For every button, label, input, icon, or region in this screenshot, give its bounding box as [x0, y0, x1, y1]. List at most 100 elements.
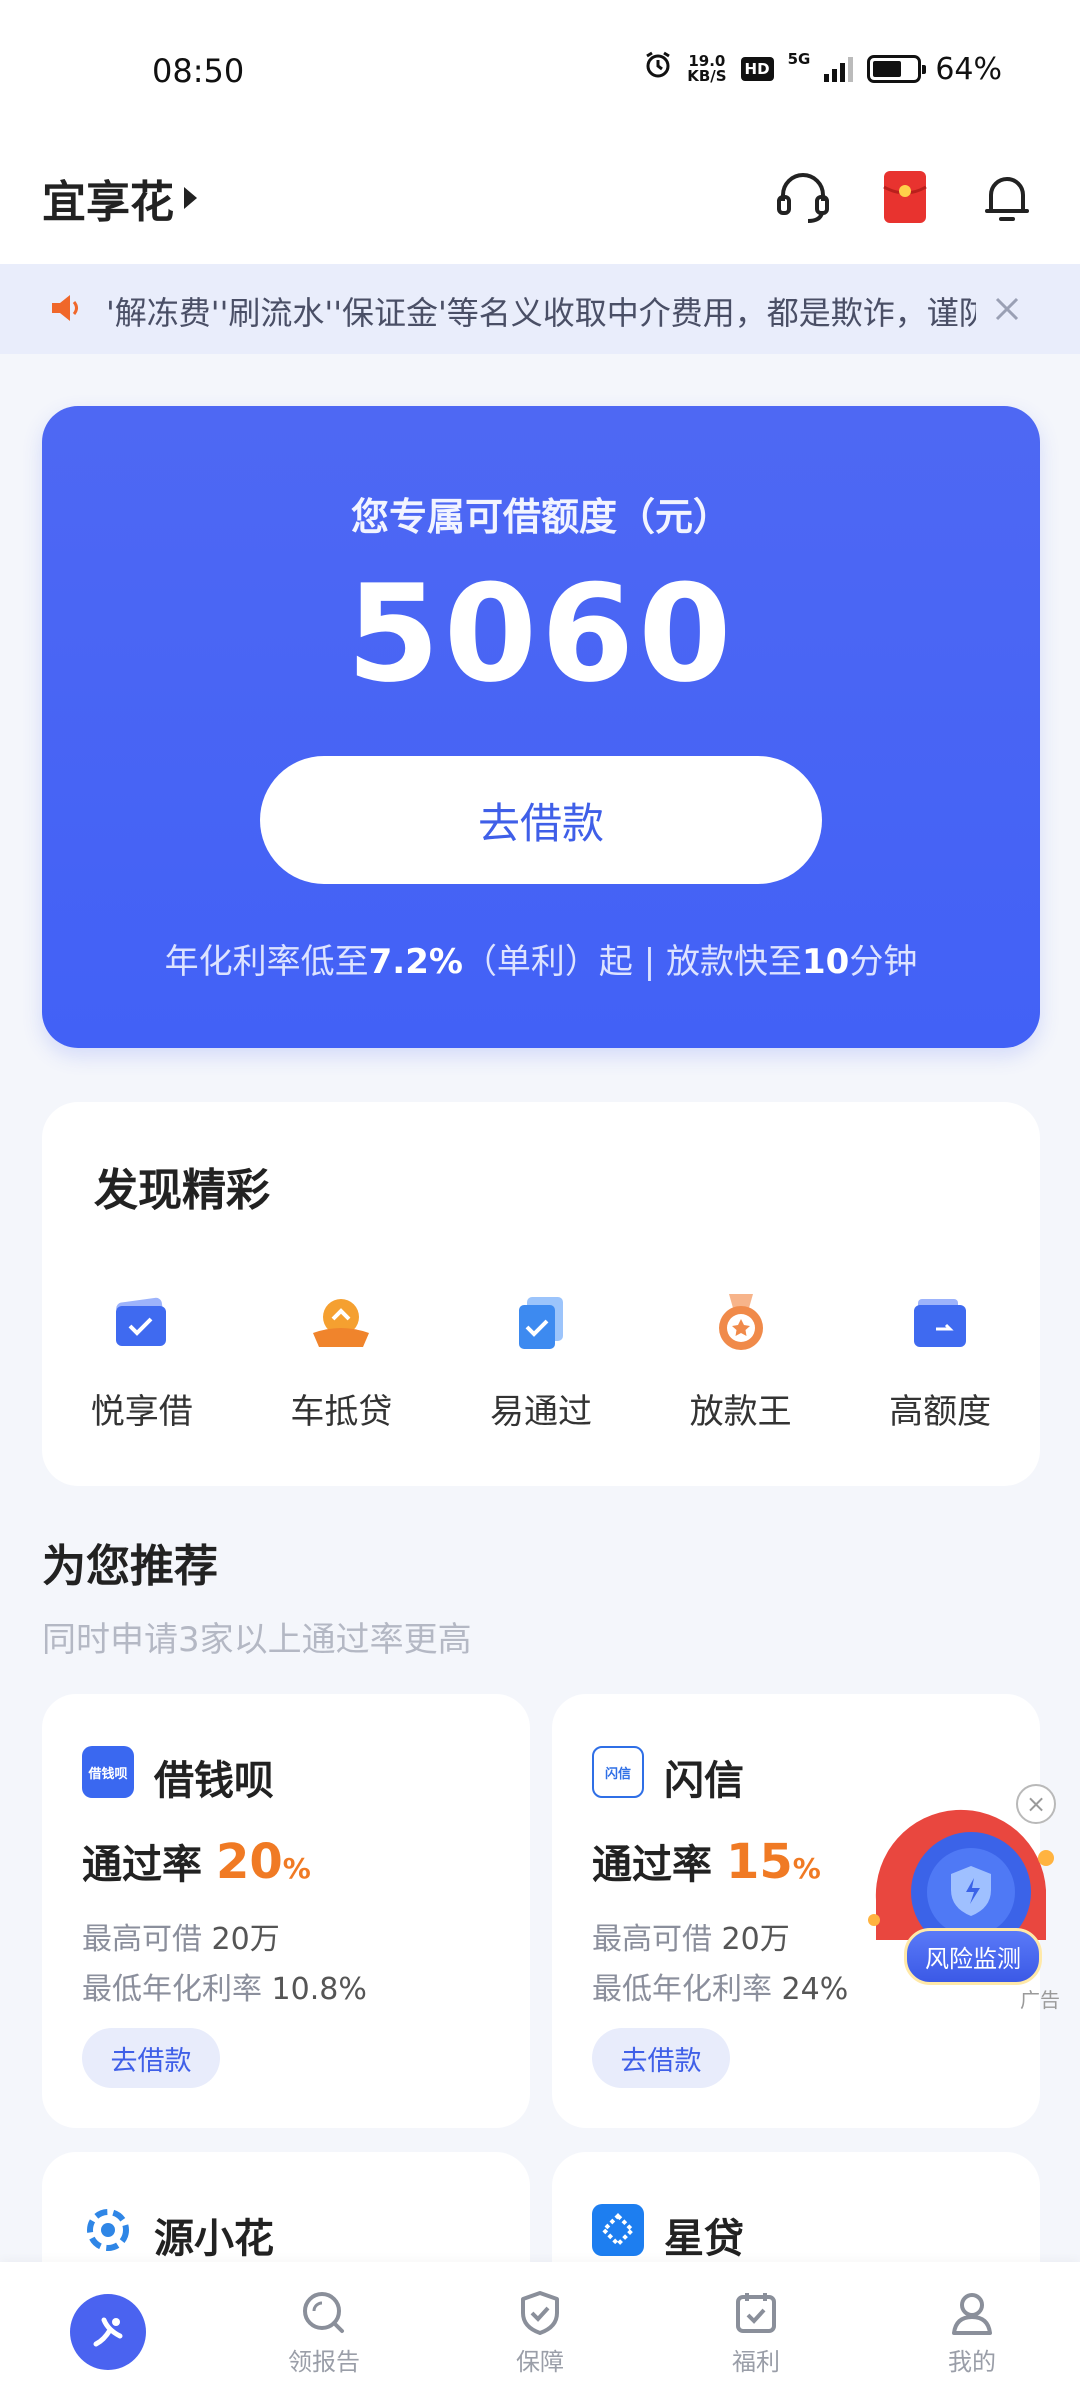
max-amount-value: 20万: [721, 1922, 790, 1957]
yuanxiaohua-logo-icon: [82, 2204, 134, 2256]
discover-item-gaoedu[interactable]: 高额度: [840, 1288, 1040, 1433]
calendar-check-icon: [731, 2288, 781, 2338]
bell-icon[interactable]: [972, 162, 1042, 232]
min-rate-label: 最低年化利率: [82, 1972, 262, 2007]
shield-check-icon: [515, 2288, 565, 2338]
shanxin-logo: 闪信: [592, 1746, 644, 1798]
pass-rate: 通过率 15%: [592, 1832, 821, 1890]
tab-report[interactable]: 领报告: [216, 2262, 432, 2400]
notice-text: '解冻费''刷流水''保证金'等名义收取中介费用，都是欺诈，谨防: [106, 294, 976, 332]
borrow-button[interactable]: 去借款: [260, 756, 822, 884]
min-rate-value: 10.8%: [271, 1972, 367, 2007]
customer-service-icon[interactable]: [768, 162, 838, 232]
max-amount: 最高可借 20万: [592, 1914, 790, 1958]
discover-item-label: 悦享借: [90, 1392, 193, 1432]
alarm-icon: [643, 50, 673, 88]
report-icon: [299, 2288, 349, 2338]
speaker-icon: [48, 291, 82, 329]
wallet-icon: [905, 1288, 975, 1358]
loan-card-borrow-button[interactable]: 去借款: [592, 2028, 730, 2088]
pass-rate-number: 20: [216, 1834, 283, 1890]
discover-item-label: 高额度: [889, 1392, 992, 1432]
discover-item-yitongguo[interactable]: 易通过: [441, 1288, 641, 1433]
max-amount-label: 最高可借: [82, 1922, 202, 1957]
discover-item-chedidai[interactable]: 车抵贷: [242, 1288, 442, 1433]
battery-percent: 64%: [935, 51, 1002, 87]
risk-monitor-float[interactable]: × 风险监测: [866, 1784, 1066, 1990]
home-logo-icon: [70, 2294, 146, 2370]
car-loan-icon: [306, 1288, 376, 1358]
discover-item-label: 车抵贷: [290, 1392, 393, 1432]
caret-right-icon: [184, 187, 197, 209]
app-name: 宜享花: [42, 177, 174, 228]
credit-limit-amount: 5060: [346, 556, 736, 712]
loan-card-name: 源小花: [154, 2216, 274, 2262]
status-indicators: 19.0 KB/S HD 5G 64%: [643, 50, 1002, 88]
tab-label: 领报告: [288, 2348, 360, 2376]
tab-label: 福利: [732, 2348, 780, 2376]
recommend-subtitle: 同时申请3家以上通过率更高: [42, 1620, 472, 1660]
discover-item-label: 放款王: [689, 1392, 792, 1432]
tab-home[interactable]: [0, 2262, 216, 2400]
max-amount-label: 最高可借: [592, 1922, 712, 1957]
logo-text: 闪信: [604, 1766, 631, 1782]
pass-rate-unit: %: [282, 1852, 311, 1885]
app-switcher[interactable]: 宜享花: [42, 166, 197, 230]
jieqianbei-logo: 借钱呗: [82, 1746, 134, 1798]
network-type: 5G: [787, 50, 811, 68]
pass-rate-unit: %: [792, 1852, 821, 1885]
pass-rate-label: 通过率: [592, 1842, 712, 1888]
net-speed-unit: KB/S: [687, 67, 727, 85]
note-rate: 7.2%: [368, 942, 463, 982]
pass-rate-value: 20%: [216, 1834, 311, 1890]
pass-rate-label: 通过率: [82, 1842, 202, 1888]
loan-card-borrow-button[interactable]: 去借款: [82, 2028, 220, 2088]
loan-card-name: 闪信: [664, 1758, 744, 1804]
battery-icon: [867, 55, 927, 83]
signal-icon: [824, 56, 854, 82]
status-bar: 08:50 19.0 KB/S HD 5G 64%: [0, 0, 1080, 140]
note-mid: （单利）起 | 放款快至: [462, 942, 803, 982]
tab-label: 保障: [516, 2348, 564, 2376]
credit-limit-card: 您专属可借额度（元） 5060 去借款 年化利率低至7.2%（单利）起 | 放款…: [42, 406, 1040, 1048]
risk-monitor-label: 风险监测: [904, 1928, 1042, 1985]
xingdai-logo-icon: [592, 2204, 644, 2256]
tab-protection[interactable]: 保障: [432, 2262, 648, 2400]
discover-item-label: 易通过: [489, 1392, 592, 1432]
max-amount: 最高可借 20万: [82, 1914, 280, 1958]
min-rate-label: 最低年化利率: [592, 1972, 772, 2007]
close-icon[interactable]: [984, 286, 1030, 332]
loan-card-jieqianbei[interactable]: 借钱呗 借钱呗 通过率 20% 最高可借 20万 最低年化利率 10.8% 去借…: [42, 1694, 530, 2128]
loan-card-name: 借钱呗: [154, 1758, 274, 1804]
discover-section: 发现精彩 悦享借 车抵贷 易通过 放款王 高额度: [42, 1102, 1040, 1486]
bottom-tab-bar: 领报告 保障 福利 我的: [0, 2262, 1080, 2400]
medal-icon: [706, 1288, 776, 1358]
loan-card-name: 星贷: [664, 2216, 744, 2262]
discover-title: 发现精彩: [94, 1165, 270, 1216]
app-header: 宜享花: [0, 140, 1080, 264]
discover-item-fangkuanwang[interactable]: 放款王: [641, 1288, 841, 1433]
max-amount-value: 20万: [211, 1922, 280, 1957]
notice-bar: '解冻费''刷流水''保证金'等名义收取中介费用，都是欺诈，谨防: [0, 264, 1080, 354]
tab-mine[interactable]: 我的: [864, 2262, 1080, 2400]
close-icon[interactable]: ×: [1016, 1784, 1056, 1824]
pass-rate-value: 15%: [726, 1834, 821, 1890]
tab-label: 我的: [948, 2348, 996, 2376]
pass-rate-number: 15: [726, 1834, 793, 1890]
min-rate: 最低年化利率 10.8%: [82, 1964, 367, 2008]
credit-limit-label: 您专属可借额度（元）: [350, 495, 731, 539]
min-rate-value: 24%: [781, 1972, 849, 2007]
status-time: 08:50: [152, 52, 245, 90]
discover-item-yuexiangjie[interactable]: 悦享借: [42, 1288, 242, 1433]
red-envelope-icon[interactable]: [870, 162, 940, 232]
note-suffix: 分钟: [849, 942, 918, 982]
note-time: 10: [802, 942, 850, 982]
ad-tag: 广告: [1020, 1988, 1060, 2012]
net-speed: 19.0 KB/S: [687, 54, 726, 84]
recommend-title: 为您推荐: [42, 1541, 218, 1592]
credit-rate-note: 年化利率低至7.2%（单利）起 | 放款快至10分钟: [42, 934, 1040, 983]
user-icon: [947, 2288, 997, 2338]
check-card-icon: [107, 1288, 177, 1358]
tab-benefits[interactable]: 福利: [648, 2262, 864, 2400]
easy-pass-icon: [506, 1288, 576, 1358]
